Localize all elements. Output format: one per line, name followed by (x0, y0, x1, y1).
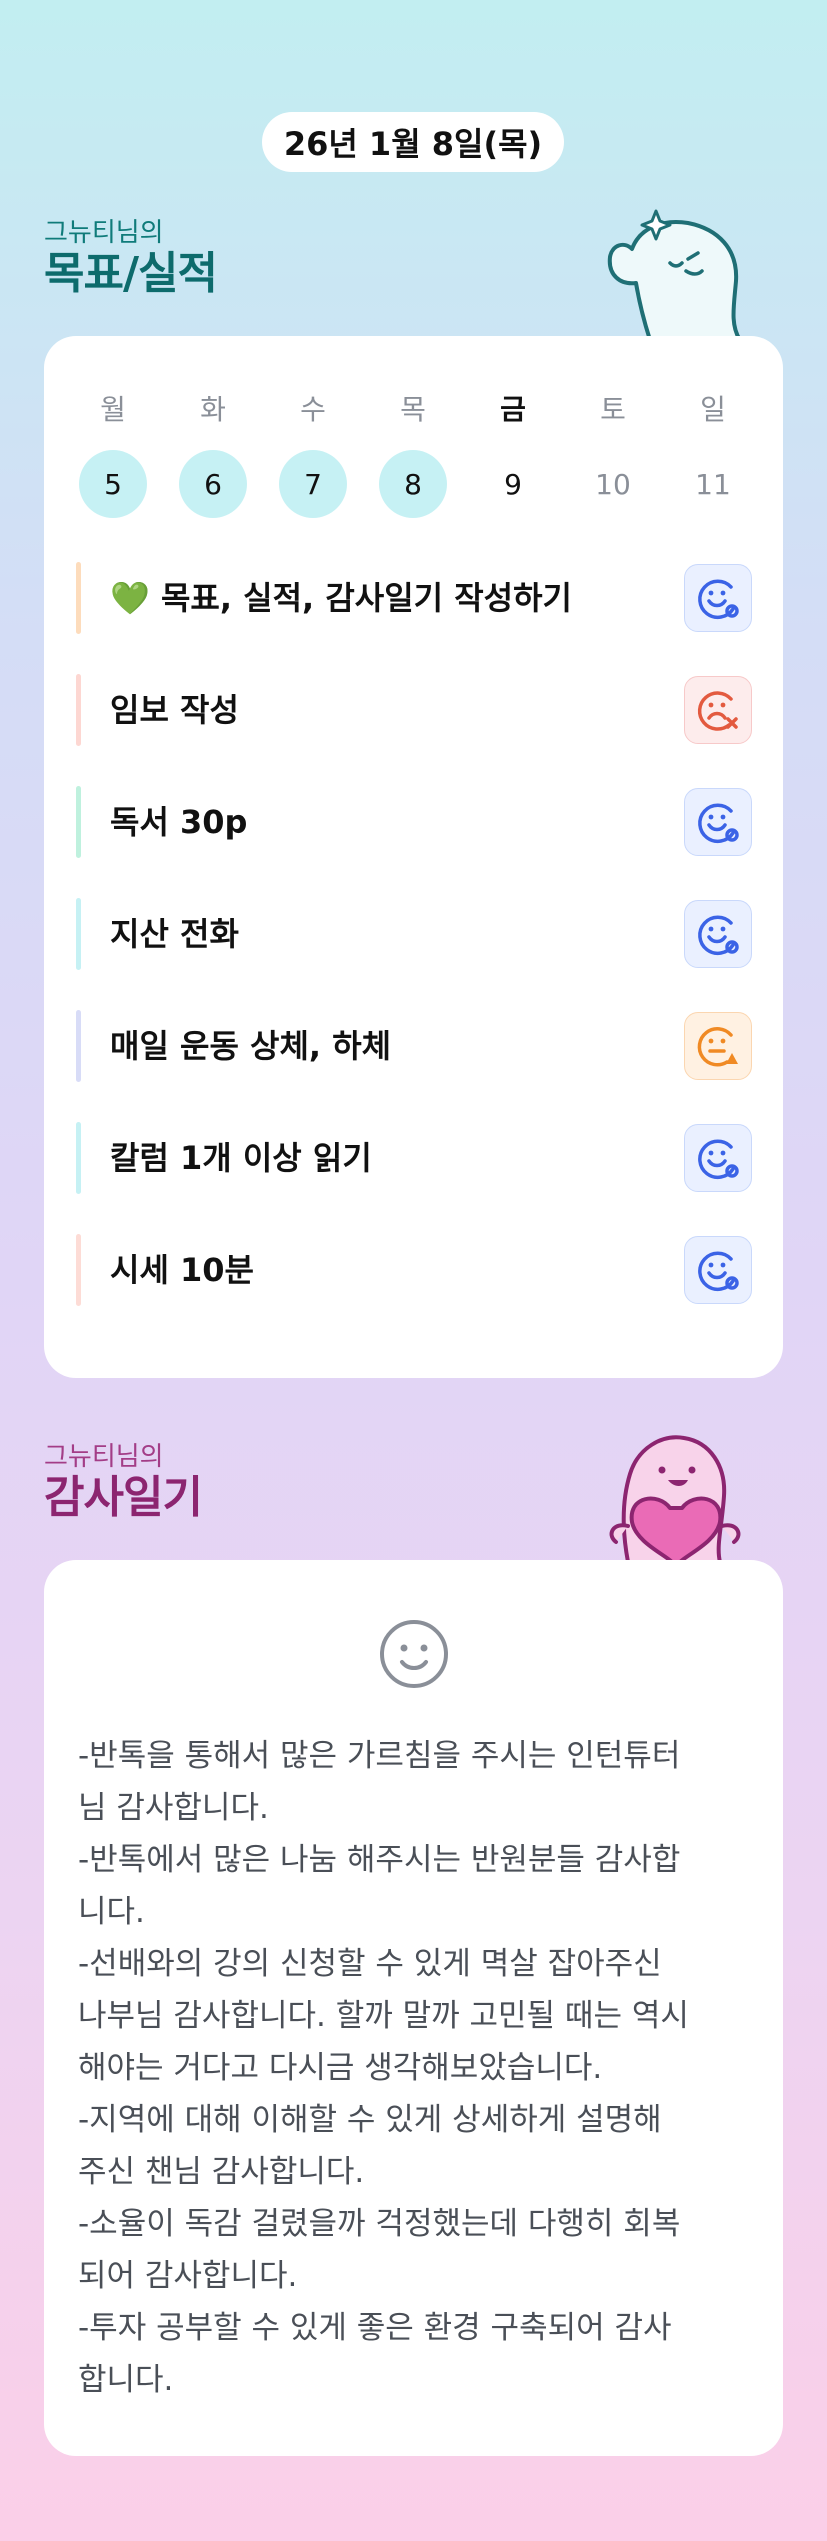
gratitude-section-header: 그뉴티님의 감사일기 (44, 1442, 203, 1524)
goal-row[interactable]: 임보 작성 (76, 674, 752, 746)
goal-color-bar (76, 898, 81, 970)
goal-label: 독서 30p (110, 803, 248, 841)
smile-check-icon (698, 803, 739, 844)
date-number: 6 (179, 450, 247, 518)
status-achieved-button[interactable] (684, 900, 752, 968)
weekday-label: 월 (100, 393, 126, 426)
goal-row[interactable]: 매일 운동 상체, 하체 (76, 1010, 752, 1082)
gratitude-journal-text: -반톡을 통해서 많은 가르침을 주시는 인턴튜터 님 감사합니다. -반톡에서… (78, 1738, 689, 2398)
weekday-label: 금 (500, 393, 526, 426)
date-number: 7 (279, 450, 347, 518)
goal-row[interactable]: 시세 10분 (76, 1234, 752, 1306)
status-partial-button[interactable] (684, 1012, 752, 1080)
weekday-label: 화 (200, 393, 226, 426)
goal-row[interactable]: 💚 목표, 실적, 감사일기 작성하기 (76, 562, 752, 634)
day-sat[interactable]: 토 10 (578, 392, 648, 518)
date-number: 9 (504, 467, 522, 501)
smile-check-icon (698, 915, 739, 956)
goal-color-bar (76, 562, 81, 634)
status-achieved-button[interactable] (684, 1236, 752, 1304)
goal-color-bar (76, 674, 81, 746)
goal-row[interactable]: 칼럼 1개 이상 읽기 (76, 1122, 752, 1194)
date-number: 10 (595, 467, 631, 501)
weekday-label: 토 (600, 393, 626, 426)
status-failed-button[interactable] (684, 676, 752, 744)
neutral-triangle-icon (697, 1027, 738, 1067)
day-tue[interactable]: 화 6 (178, 392, 248, 518)
status-achieved-button[interactable] (684, 1124, 752, 1192)
goals-card: 월 5 화 6 수 7 목 8 금 9 토 10 일 11 💚 목표, 실적, … (44, 336, 783, 1378)
smiley-face-icon (380, 1620, 448, 1688)
status-achieved-button[interactable] (684, 564, 752, 632)
sad-x-icon (697, 691, 738, 731)
day-thu[interactable]: 목 8 (378, 392, 448, 518)
goals-owner-label: 그뉴티님의 (44, 218, 164, 248)
smile-check-icon (698, 1139, 739, 1180)
goal-label: 시세 10분 (110, 1251, 254, 1289)
goal-color-bar (76, 1234, 81, 1306)
gratitude-title: 감사일기 (44, 1472, 203, 1523)
smile-check-icon (698, 579, 739, 620)
day-wed[interactable]: 수 7 (278, 392, 348, 518)
date-number: 11 (695, 467, 731, 501)
goal-color-bar (76, 1122, 81, 1194)
waving-mascot-icon (607, 209, 742, 340)
date-number: 5 (79, 450, 147, 518)
goals-title: 목표/실적 (44, 248, 218, 299)
date-number: 8 (379, 450, 447, 518)
goal-row[interactable]: 지산 전화 (76, 898, 752, 970)
week-strip: 월 5 화 6 수 7 목 8 금 9 토 10 일 11 (78, 392, 750, 518)
goal-row[interactable]: 독서 30p (76, 786, 752, 858)
day-fri[interactable]: 금 9 (478, 392, 548, 518)
smile-check-icon (698, 1251, 739, 1292)
goal-label: 임보 작성 (110, 691, 239, 729)
status-achieved-button[interactable] (684, 788, 752, 856)
date-pill: 26년 1월 8일(목) (262, 112, 564, 172)
goal-label: 칼럼 1개 이상 읽기 (110, 1139, 372, 1177)
day-sun[interactable]: 일 11 (678, 392, 748, 518)
goal-label: 지산 전화 (110, 915, 239, 953)
day-mon[interactable]: 월 5 (78, 392, 148, 518)
goals-section-header: 그뉴티님의 목표/실적 (44, 218, 218, 300)
weekday-label: 목 (400, 393, 426, 426)
heart-mascot-icon (609, 1435, 741, 1562)
gratitude-card: -반톡을 통해서 많은 가르침을 주시는 인턴튜터 님 감사합니다. -반톡에서… (44, 1560, 783, 2456)
goal-label: 매일 운동 상체, 하체 (110, 1027, 392, 1065)
goal-label: 💚 목표, 실적, 감사일기 작성하기 (110, 579, 572, 617)
weekday-label: 수 (300, 393, 326, 426)
goal-color-bar (76, 786, 81, 858)
weekday-label: 일 (700, 393, 726, 426)
goal-color-bar (76, 1010, 81, 1082)
gratitude-owner-label: 그뉴티님의 (44, 1442, 164, 1472)
